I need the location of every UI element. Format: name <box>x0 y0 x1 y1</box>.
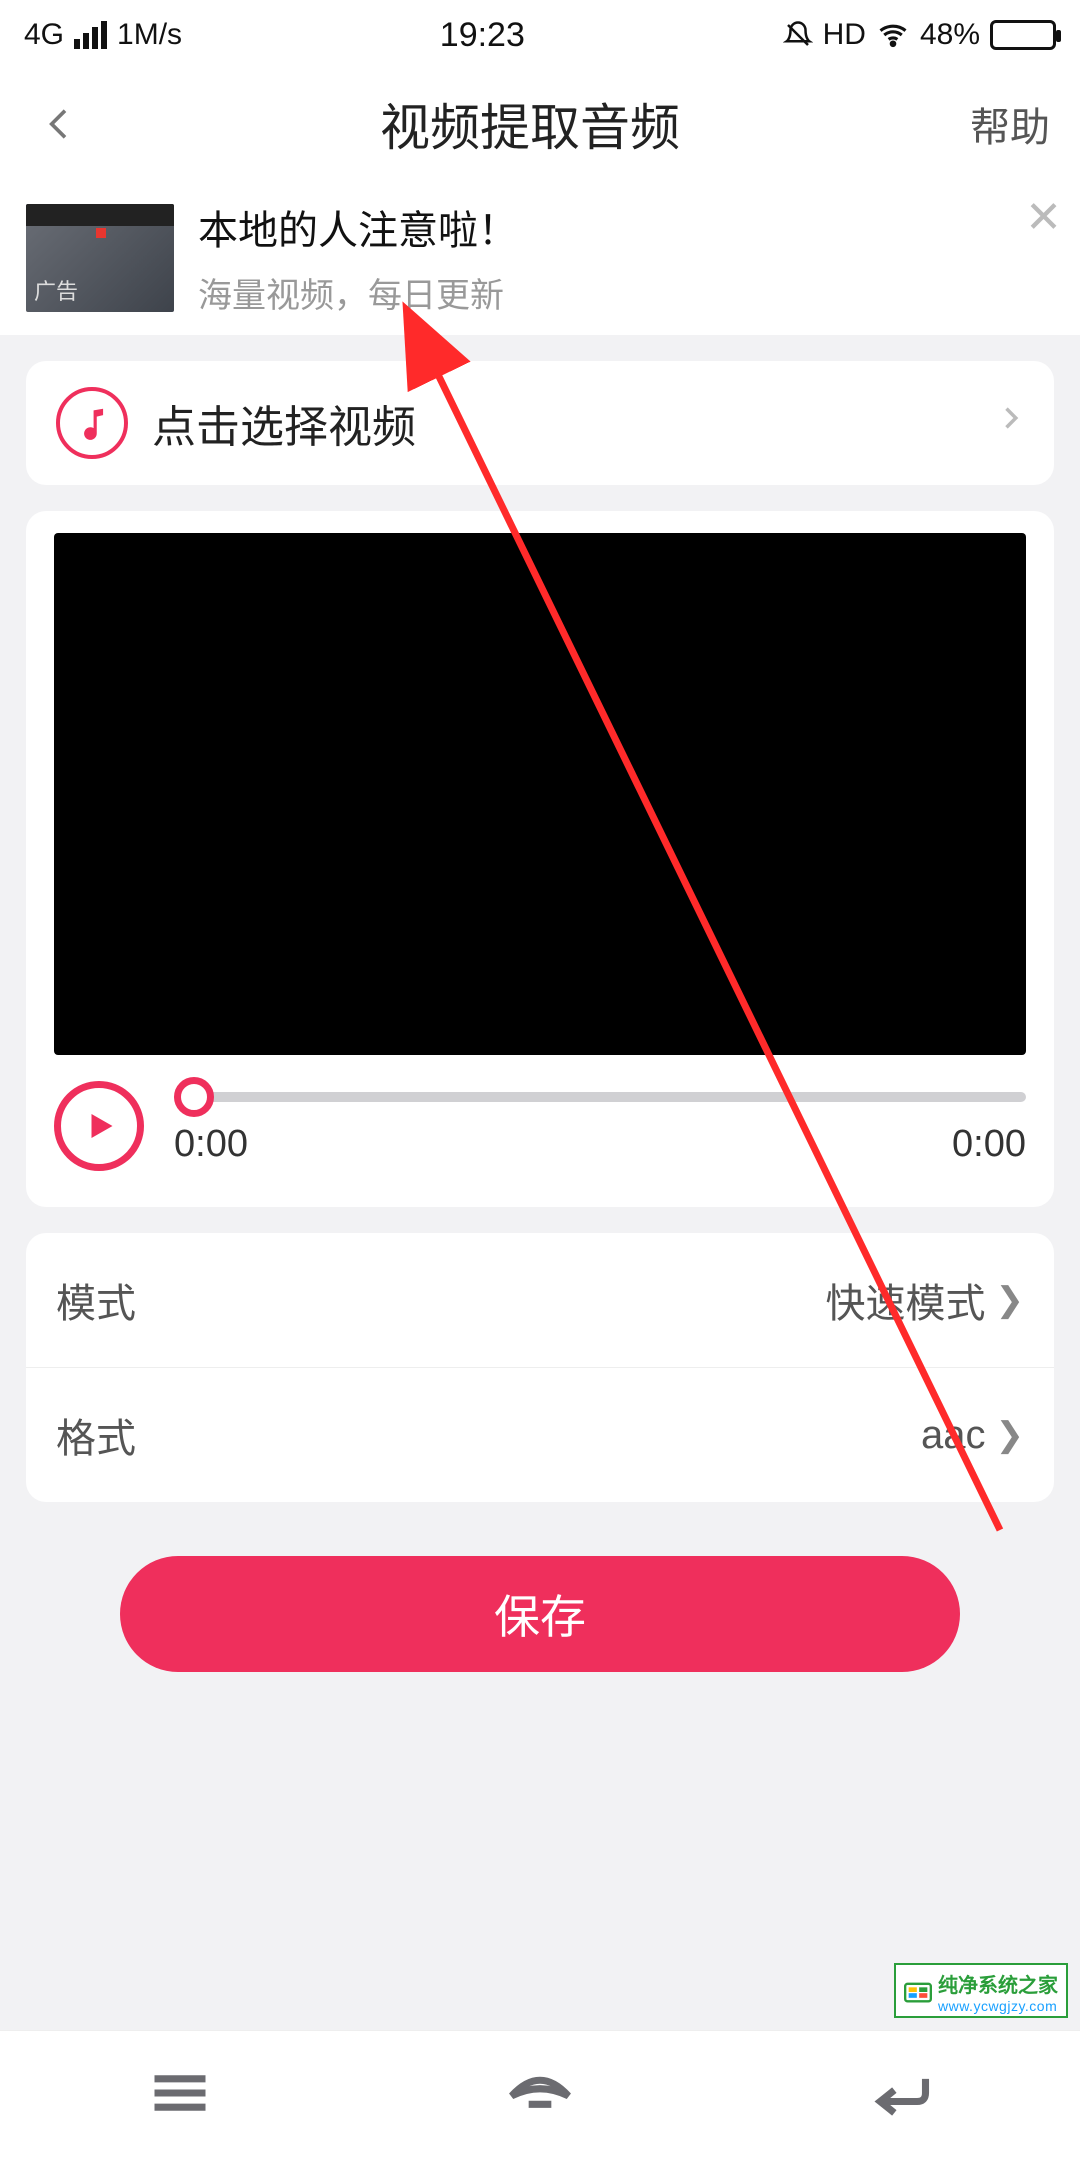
setting-mode-value: 快速模式 <box>826 1271 986 1329</box>
time-total: 0:00 <box>952 1123 1026 1166</box>
video-preview-card: 0:00 0:00 <box>26 511 1054 1207</box>
hd-indicator: HD <box>823 18 866 52</box>
chevron-right-icon: ❯ <box>996 1280 1025 1320</box>
setting-format-label: 格式 <box>56 1406 136 1464</box>
network-type: 4G <box>24 18 64 52</box>
setting-mode[interactable]: 模式 快速模式 ❯ <box>26 1233 1054 1367</box>
nav-menu-button[interactable] <box>146 2069 214 2122</box>
help-link[interactable]: 帮助 <box>970 95 1050 153</box>
setting-mode-label: 模式 <box>56 1271 136 1329</box>
nav-home-button[interactable] <box>506 2069 574 2122</box>
settings-card: 模式 快速模式 ❯ 格式 aac ❯ <box>26 1233 1054 1502</box>
play-button[interactable] <box>54 1081 144 1171</box>
seek-thumb[interactable] <box>174 1077 214 1117</box>
app-header: 视频提取音频 帮助 <box>0 64 1080 184</box>
watermark-icon <box>904 1980 932 2004</box>
signal-icon <box>74 21 107 49</box>
ad-banner[interactable]: 广告 本地的人注意啦！ 海量视频，每日更新 ✕ <box>0 184 1080 335</box>
nav-back-button[interactable] <box>866 2069 934 2122</box>
player-controls: 0:00 0:00 <box>54 1081 1026 1171</box>
status-bar: 4G 1M/s 19:23 HD 48% <box>0 0 1080 64</box>
status-left: 4G 1M/s <box>24 18 182 52</box>
ad-subtitle: 海量视频，每日更新 <box>198 268 1054 317</box>
ad-thumbnail: 广告 <box>26 204 174 312</box>
battery-percent: 48% <box>920 18 980 52</box>
back-button[interactable] <box>30 94 90 154</box>
setting-format-value: aac <box>921 1413 986 1458</box>
seek-slider[interactable] <box>174 1087 1026 1107</box>
time-current: 0:00 <box>174 1123 248 1166</box>
network-speed: 1M/s <box>117 18 182 52</box>
page-title: 视频提取音频 <box>380 88 680 160</box>
system-nav-bar <box>0 2030 1080 2160</box>
setting-format[interactable]: 格式 aac ❯ <box>26 1367 1054 1502</box>
clock: 19:23 <box>440 16 525 55</box>
mute-icon <box>783 20 813 50</box>
ad-text: 本地的人注意啦！ 海量视频，每日更新 <box>198 198 1054 317</box>
wifi-icon <box>876 20 910 50</box>
ad-close-button[interactable]: ✕ <box>1025 196 1062 240</box>
seek-column: 0:00 0:00 <box>174 1087 1026 1166</box>
ad-title: 本地的人注意啦！ <box>198 198 1054 256</box>
save-button-label: 保存 <box>494 1581 586 1647</box>
select-video-row[interactable]: 点击选择视频 <box>26 361 1054 485</box>
main-content: 点击选择视频 0:00 0:00 模式 <box>0 335 1080 1698</box>
watermark: 纯净系统之家 www.ycwgjzy.com <box>894 1963 1068 2018</box>
watermark-text: 纯净系统之家 <box>938 1975 1058 1997</box>
status-right: HD 48% <box>783 18 1056 52</box>
ad-tag: 广告 <box>34 274 78 306</box>
watermark-url: www.ycwgjzy.com <box>938 1998 1058 2014</box>
select-video-label: 点击选择视频 <box>152 391 972 455</box>
chevron-right-icon: ❯ <box>996 1415 1025 1455</box>
chevron-right-icon <box>996 398 1024 448</box>
battery-icon <box>990 20 1056 50</box>
save-button[interactable]: 保存 <box>120 1556 960 1672</box>
music-icon <box>56 387 128 459</box>
video-surface[interactable] <box>54 533 1026 1055</box>
